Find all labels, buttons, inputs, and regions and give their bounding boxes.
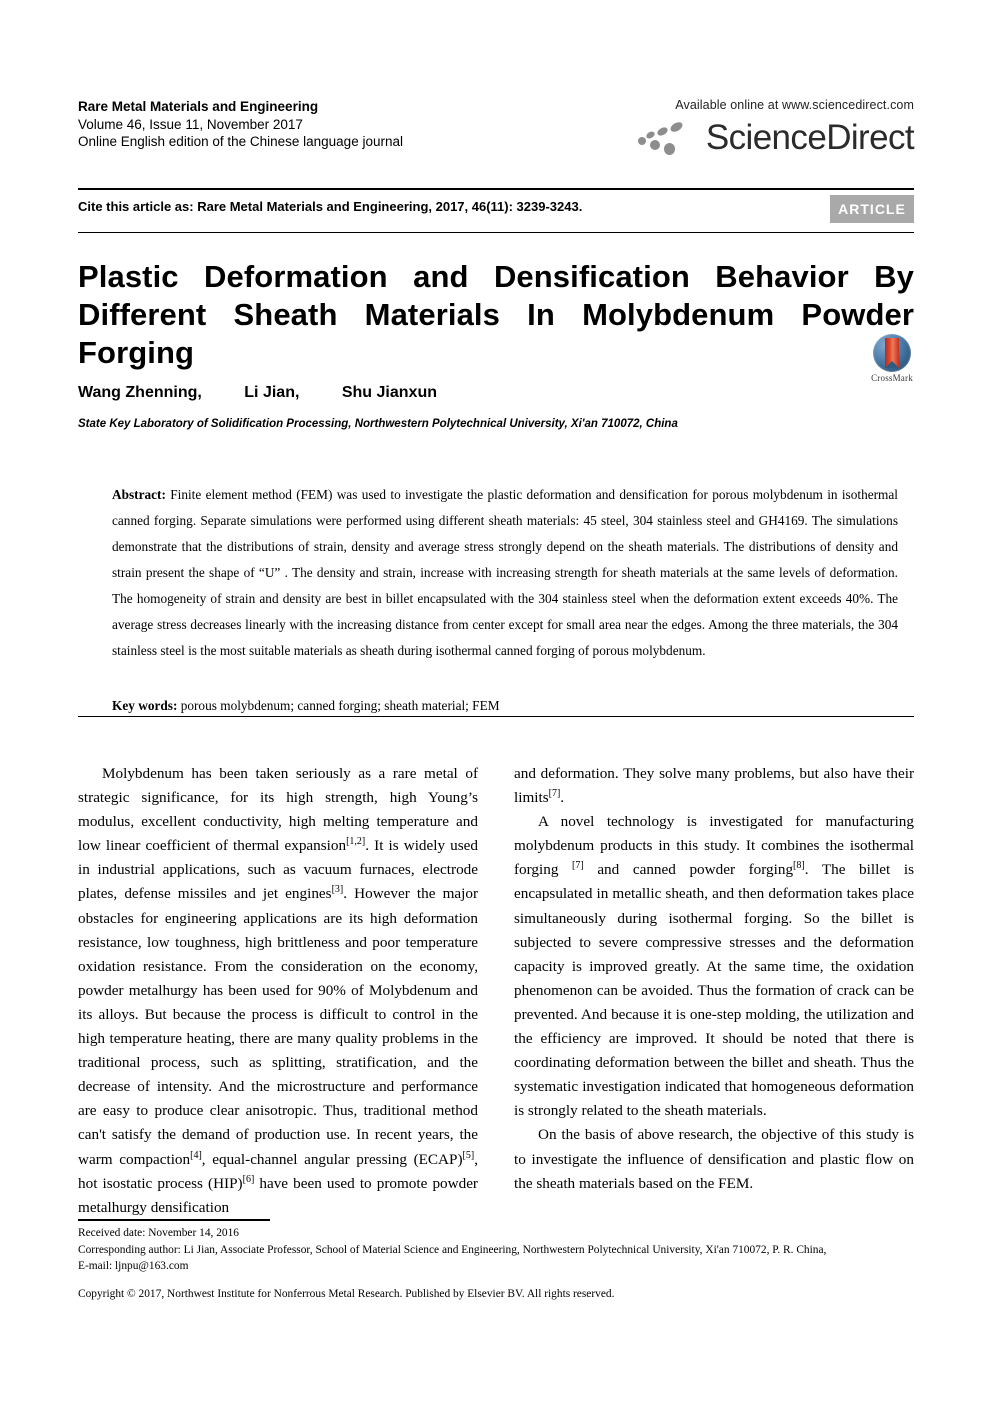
status-badge-article: ARTICLE [830,195,914,223]
citation-ref-7b[interactable]: [7] [572,860,584,871]
abstract-rule [78,716,914,717]
affiliation: State Key Laboratory of Solidification P… [78,418,678,430]
crossmark-icon [873,334,911,372]
received-date: Received date: November 14, 2016 [78,1227,239,1239]
crossmark-label: CrossMark [871,373,913,383]
available-online-text: Available online at www.sciencedirect.co… [675,98,914,112]
right-paragraph-2: A novel technology is investigated for m… [514,810,914,1123]
author-1: Wang Zhenning, [78,384,202,401]
author-2: Li Jian, [244,384,300,401]
abstract-label: Abstract: [112,487,166,502]
header-rule-bottom [78,232,914,233]
body-columns: Molybdenum has been taken seriously as a… [78,762,914,1216]
rp2-seg-c: . The billet is encapsulated in metallic… [514,861,915,1120]
abstract-area: Abstract: Finite element method (FEM) wa… [112,482,898,718]
header-rule-top [78,188,914,190]
citation-ref-5[interactable]: [5] [463,1149,475,1160]
citation-ref-8[interactable]: [8] [793,860,805,871]
sciencedirect-swoosh-icon [636,118,698,158]
journal-volume-line: Volume 46, Issue 11, November 2017 [78,116,303,132]
corresponding-author: Corresponding author: Li Jian, Associate… [78,1243,827,1256]
corresponding-email[interactable]: E-mail: ljnpu@163.com [78,1258,914,1275]
lp1-seg-d: , equal-channel angular pressing (ECAP) [201,1150,463,1168]
rp1-seg-a: and deformation. They solve many problem… [514,765,914,807]
crossmark-badge[interactable]: CrossMark [862,334,922,388]
citation-ref-7a[interactable]: [7] [549,788,561,799]
keywords-body: porous molybdenum; canned forging; sheat… [177,698,500,713]
copyright-notice: Copyright © 2017, Northwest Institute fo… [78,1288,615,1300]
sciencedirect-logo: ScienceDirect [584,118,915,158]
keywords-label: Key words: [112,698,178,713]
journal-info-block: Rare Metal Materials and Engineering Vol… [78,98,403,151]
keywords-paragraph: Key words: porous molybdenum; canned for… [112,694,898,718]
footnote-rule [78,1219,270,1221]
citation-ref-4[interactable]: [4] [190,1149,202,1160]
sciencedirect-wordmark: ScienceDirect [705,118,915,157]
body-column-left: Molybdenum has been taken seriously as a… [78,762,478,1216]
citation-ref-6[interactable]: [6] [243,1174,255,1185]
journal-title: Rare Metal Materials and Engineering [78,99,319,114]
sciencedirect-block: Available online at www.sciencedirect.co… [584,98,915,158]
title-area: Plastic Deformation and Densification Be… [78,258,914,372]
left-paragraph-1: Molybdenum has been taken seriously as a… [78,762,478,1220]
cite-this-article-text: Cite this article as: Rare Metal Materia… [78,199,583,214]
citation-ref-3[interactable]: [3] [332,884,344,895]
abstract-paragraph: Abstract: Finite element method (FEM) wa… [112,482,898,664]
author-3: Shu Jianxun [341,384,437,401]
right-paragraph-3: On the basis of above research, the obje… [514,1126,914,1192]
cite-row: Cite this article as: Rare Metal Materia… [78,195,914,227]
title-line-1: Plastic Deformation and Densification Be… [78,259,914,294]
journal-edition-line: Online English edition of the Chinese la… [78,134,403,149]
title-line-2: Different Sheath Materials In Molybdenum… [78,297,914,332]
rp1-seg-b: . [560,789,565,807]
page-title: Plastic Deformation and Densification Be… [78,258,914,372]
masthead: Rare Metal Materials and Engineering Vol… [78,98,915,174]
footnotes-block: Received date: November 14, 2016 Corresp… [78,1225,914,1275]
body-column-right: and deformation. They solve many problem… [514,762,914,1202]
lp1-seg-c: . However the major obstacles for engine… [78,885,478,1168]
author-list: Wang Zhenning, Li Jian, Shu Jianxun [78,384,914,402]
citation-ref-1-2[interactable]: [1,2] [346,836,365,847]
right-paragraph-1: and deformation. They solve many problem… [514,762,914,810]
journal-article-page: Rare Metal Materials and Engineering Vol… [0,0,992,1403]
rp2-seg-b: and canned powder forging [583,861,794,879]
title-line-3: Forging [78,335,195,370]
abstract-body: Finite element method (FEM) was used to … [112,487,898,658]
